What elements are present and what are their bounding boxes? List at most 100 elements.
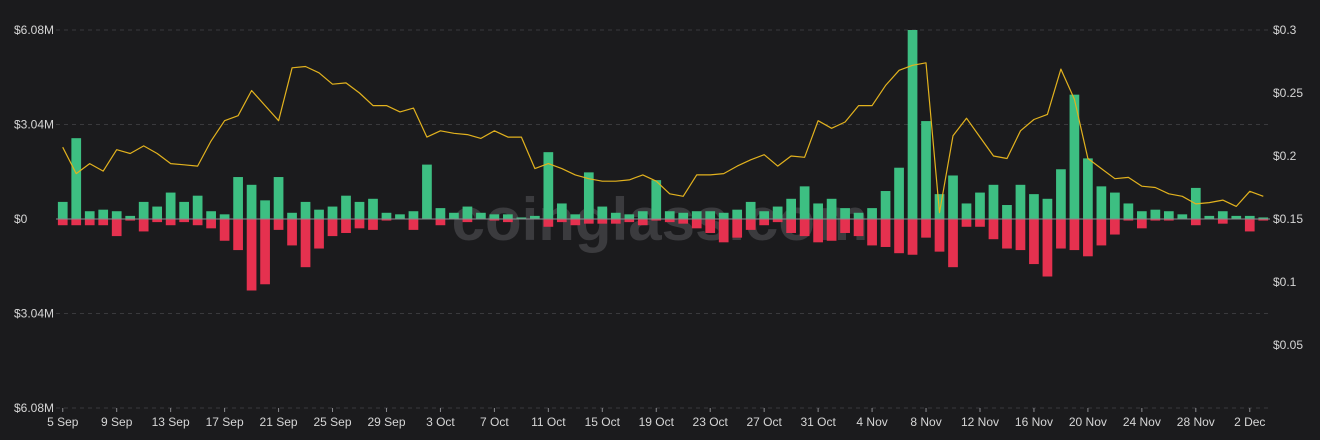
short-bar: [1029, 219, 1039, 265]
long-bar: [705, 211, 716, 219]
short-bar: [691, 219, 702, 229]
short-bar: [786, 219, 797, 233]
long-bar: [71, 138, 82, 219]
short-bar: [1110, 219, 1120, 235]
long-bar: [894, 167, 904, 219]
long-bar: [840, 208, 850, 219]
short-bar: [1056, 219, 1066, 249]
long-bar: [192, 195, 203, 219]
x-tick-label: 9 Sep: [101, 415, 133, 429]
chart-canvas: coinglass.com $6.08M$3.04M$0$3.04M$6.08M…: [14, 23, 1303, 429]
long-bar: [354, 201, 365, 219]
right-y-axis: $0.3 $0.25 $0.2 $0.15 $0.1 $0.05: [1273, 23, 1303, 352]
long-bar: [786, 198, 797, 219]
x-tick-label: 8 Nov: [910, 415, 941, 429]
short-bar: [354, 219, 365, 229]
left-tick-label: $3.04M: [14, 307, 54, 321]
long-bar: [206, 211, 216, 219]
long-bar: [179, 201, 190, 219]
x-tick-label: 29 Sep: [367, 415, 405, 429]
short-bar: [570, 219, 581, 226]
long-bar: [476, 212, 486, 219]
long-bar: [287, 212, 297, 219]
x-tick-label: 31 Oct: [800, 415, 836, 429]
long-bar: [961, 203, 972, 219]
long-bar: [1042, 198, 1053, 219]
long-bar: [867, 208, 877, 219]
short-bar: [1002, 219, 1012, 249]
long-bar: [826, 198, 837, 219]
long-bar: [651, 180, 662, 219]
long-bar: [1096, 186, 1107, 219]
long-bar: [624, 214, 635, 219]
short-bar: [273, 219, 284, 230]
long-bar: [907, 30, 918, 219]
short-bar: [1015, 219, 1026, 251]
long-bar: [1083, 158, 1093, 219]
long-bar: [300, 201, 311, 219]
long-bar: [1136, 211, 1147, 219]
short-bar: [921, 219, 931, 238]
long-bar: [138, 201, 149, 219]
long-bar: [503, 214, 513, 219]
long-bar: [570, 214, 581, 219]
short-bar: [300, 219, 311, 268]
short-bar: [219, 219, 230, 241]
short-bar: [988, 219, 999, 240]
short-bar: [71, 219, 82, 226]
short-bar: [233, 219, 243, 251]
short-bar: [1083, 219, 1093, 257]
short-bar: [84, 219, 95, 226]
short-bar: [1244, 219, 1255, 232]
short-bar: [246, 219, 257, 291]
short-bar: [192, 219, 203, 226]
long-bar: [233, 177, 243, 219]
right-tick-label: $0.05: [1273, 338, 1303, 352]
long-bar: [219, 214, 230, 219]
long-bar: [664, 211, 675, 219]
long-bar: [314, 209, 324, 219]
x-tick-label: 23 Oct: [693, 415, 729, 429]
short-bar: [287, 219, 297, 246]
long-bar: [921, 121, 931, 219]
short-bar: [57, 219, 68, 226]
long-bar: [799, 186, 810, 219]
short-bar: [867, 219, 877, 246]
right-tick-label: $0.25: [1273, 86, 1303, 100]
long-bar: [408, 211, 419, 219]
left-y-axis: $6.08M $3.04M $0 $3.04M $6.08M: [14, 23, 54, 415]
right-tick-label: $0.3: [1273, 23, 1297, 37]
short-bar: [138, 219, 149, 232]
long-bar: [1015, 184, 1026, 219]
long-bar: [975, 192, 985, 219]
x-tick-label: 4 Nov: [856, 415, 887, 429]
long-bar: [678, 212, 689, 219]
long-bar: [368, 198, 378, 219]
x-tick-label: 2 Dec: [1234, 415, 1265, 429]
long-bar: [813, 203, 823, 219]
short-bar: [718, 219, 729, 243]
short-bar: [543, 219, 554, 227]
long-bar: [597, 206, 608, 219]
x-tick-label: 17 Sep: [206, 415, 244, 429]
left-tick-label: $0: [14, 212, 28, 226]
short-bar: [206, 219, 216, 229]
short-bar: [610, 219, 621, 224]
short-bar: [435, 219, 446, 226]
long-bar: [1150, 209, 1161, 219]
long-bar: [1029, 194, 1039, 219]
long-bar: [772, 206, 783, 219]
short-bar: [637, 219, 648, 226]
x-tick-label: 12 Nov: [961, 415, 999, 429]
long-bar: [1123, 203, 1134, 219]
liquidation-chart: coinglass.com $6.08M$3.04M$0$3.04M$6.08M…: [0, 0, 1320, 440]
short-bar: [975, 219, 985, 227]
long-bar: [1110, 192, 1120, 219]
short-bar: [894, 219, 904, 254]
long-bar: [1177, 214, 1188, 219]
short-bar: [826, 219, 837, 241]
long-bar: [327, 206, 338, 219]
long-bar: [422, 164, 432, 219]
long-bar: [610, 212, 621, 219]
long-bar: [260, 200, 270, 219]
